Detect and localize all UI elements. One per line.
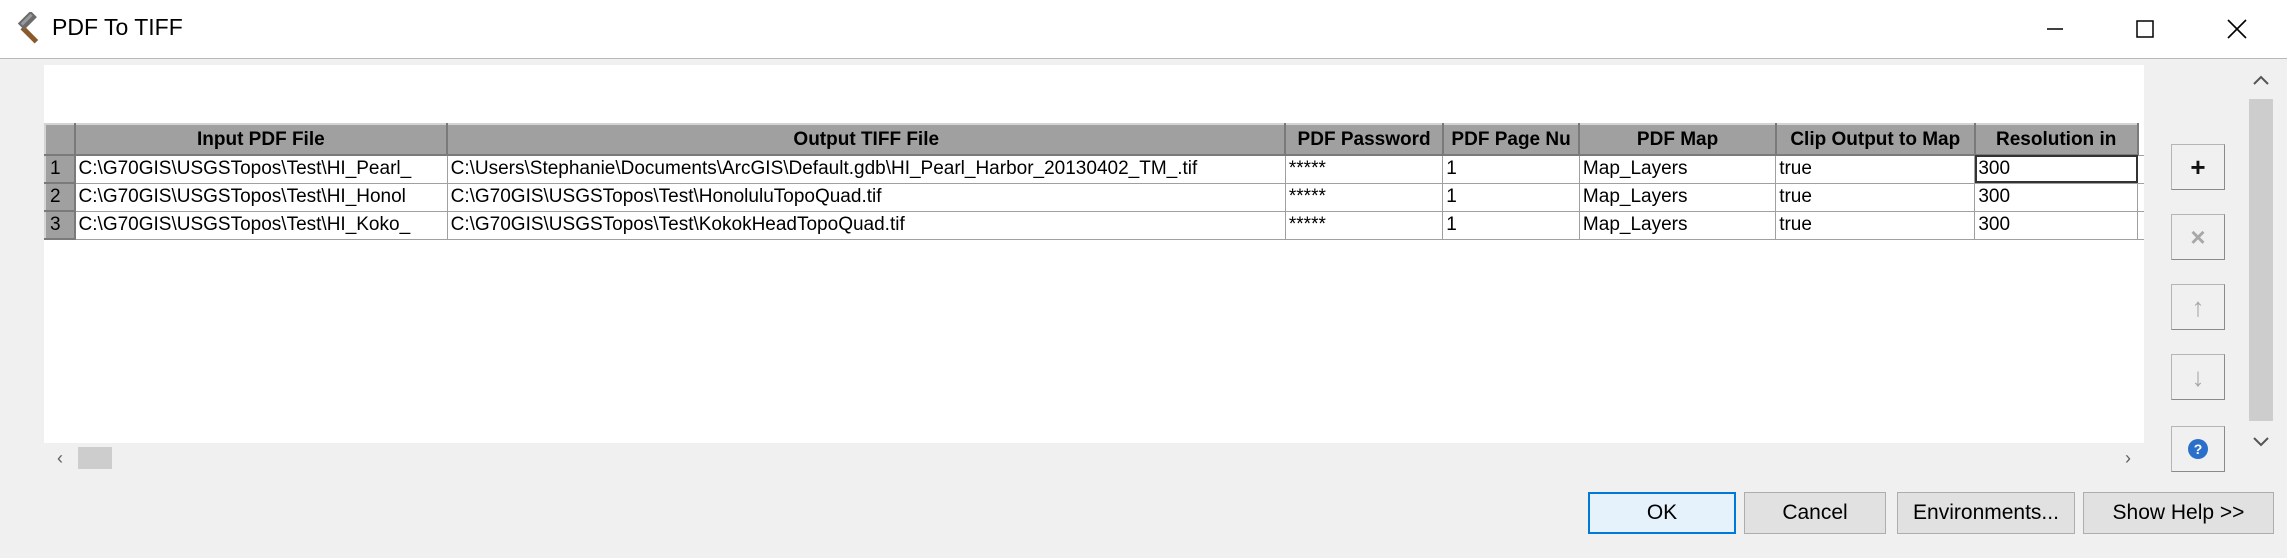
minimize-icon [2047, 28, 2063, 30]
parameter-grid: Input PDF File Output TIFF File PDF Pass… [44, 65, 2144, 444]
table-cell[interactable]: 1 [1442, 154, 1580, 184]
table-cell[interactable]: C:\G70GIS\USGSTopos\Test\HI_Pearl_ [74, 154, 448, 184]
delete-row-button[interactable]: × [2171, 214, 2225, 260]
corner-cell [44, 123, 76, 156]
column-header[interactable]: PDF Password [1284, 123, 1444, 156]
table-row[interactable]: 1 C:\G70GIS\USGSTopos\Test\HI_Pearl_ C:\Us… [44, 154, 2144, 184]
column-header[interactable]: Clip Output to Map [1774, 123, 1976, 156]
scroll-down-icon[interactable] [2245, 425, 2277, 459]
environments-button[interactable]: Environments... [1897, 492, 2075, 534]
table-cell[interactable]: Map_Layers [1578, 182, 1777, 212]
batch-table: Input PDF File Output TIFF File PDF Pass… [44, 123, 2144, 240]
horizontal-scrollbar[interactable]: ‹ › [44, 443, 2144, 473]
row-number[interactable]: 2 [44, 182, 76, 212]
vertical-scrollbar[interactable] [2245, 63, 2277, 463]
move-up-button[interactable]: ↑ [2171, 284, 2225, 330]
plus-icon: + [2190, 151, 2206, 182]
help-icon: ? [2188, 439, 2208, 459]
help-button[interactable]: ? [2171, 426, 2225, 472]
column-header[interactable]: PDF Map [1578, 123, 1777, 156]
table-cell[interactable]: 1 [1442, 210, 1580, 240]
horizontal-scroll-thumb[interactable] [78, 447, 112, 469]
table-cell[interactable]: C:\G70GIS\USGSTopos\Test\HI_Koko_ [74, 210, 448, 240]
table-cell[interactable]: true [1775, 154, 1976, 184]
scroll-up-icon[interactable] [2245, 63, 2277, 97]
table-cell[interactable]: ***** [1284, 210, 1444, 240]
table-row[interactable]: 2 C:\G70GIS\USGSTopos\Test\HI_Honol C:\G70… [44, 182, 2144, 212]
arrow-up-icon: ↑ [2191, 291, 2205, 322]
table-cell[interactable]: C:\G70GIS\USGSTopos\Test\HonoluluTopoQua… [446, 182, 1286, 212]
minimize-button[interactable] [2022, 0, 2088, 58]
ok-button[interactable]: OK [1588, 492, 1736, 534]
table-cell[interactable]: Map_Layers [1578, 210, 1777, 240]
scroll-right-icon[interactable]: › [2116, 447, 2140, 469]
title-bar: PDF To TIFF [0, 0, 2287, 59]
table-cell[interactable]: 1 [1442, 182, 1580, 212]
column-header[interactable]: PDF Page Nu [1441, 123, 1581, 156]
table-cell[interactable]: C:\G70GIS\USGSTopos\Test\KokokHeadTopoQu… [446, 210, 1286, 240]
table-cell[interactable]: 300 [1974, 182, 2138, 212]
row-number[interactable]: 3 [44, 210, 76, 240]
vertical-scroll-thumb[interactable] [2249, 99, 2273, 421]
column-header[interactable]: Resolution in [1973, 123, 2139, 156]
table-cell-empty [2137, 210, 2144, 240]
table-cell[interactable]: ***** [1284, 182, 1444, 212]
table-cell[interactable]: true [1775, 182, 1976, 212]
table-cell[interactable]: C:\G70GIS\USGSTopos\Test\HI_Honol [74, 182, 448, 212]
arrow-down-icon: ↓ [2191, 361, 2205, 392]
row-number[interactable]: 1 [44, 154, 76, 184]
show-help-button[interactable]: Show Help >> [2083, 492, 2274, 534]
table-cell[interactable]: ***** [1284, 154, 1444, 184]
table-cell[interactable]: 300 [1974, 154, 2138, 184]
table-cell[interactable]: Map_Layers [1578, 154, 1777, 184]
hammer-icon [14, 10, 48, 46]
window-title: PDF To TIFF [52, 14, 183, 40]
close-button[interactable] [2204, 0, 2270, 58]
x-icon: × [2190, 221, 2206, 252]
table-row[interactable]: 3 C:\G70GIS\USGSTopos\Test\HI_Koko_ C:\G70… [44, 210, 2144, 240]
table-cell[interactable]: 300 [1974, 210, 2138, 240]
add-row-button[interactable]: + [2171, 144, 2225, 190]
cancel-button[interactable]: Cancel [1744, 492, 1886, 534]
maximize-icon [2136, 20, 2154, 38]
table-cell-empty [2137, 154, 2144, 184]
close-icon [2227, 19, 2247, 39]
maximize-button[interactable] [2112, 0, 2178, 58]
move-down-button[interactable]: ↓ [2171, 354, 2225, 400]
table-cell-empty [2137, 182, 2144, 212]
scroll-left-icon[interactable]: ‹ [48, 447, 72, 469]
column-header[interactable]: Output TIFF File [446, 123, 1287, 156]
column-header[interactable]: Input PDF File [73, 123, 449, 156]
table-cell[interactable]: true [1775, 210, 1976, 240]
table-cell[interactable]: C:\Users\Stephanie\Documents\ArcGIS\Defa… [446, 154, 1286, 184]
